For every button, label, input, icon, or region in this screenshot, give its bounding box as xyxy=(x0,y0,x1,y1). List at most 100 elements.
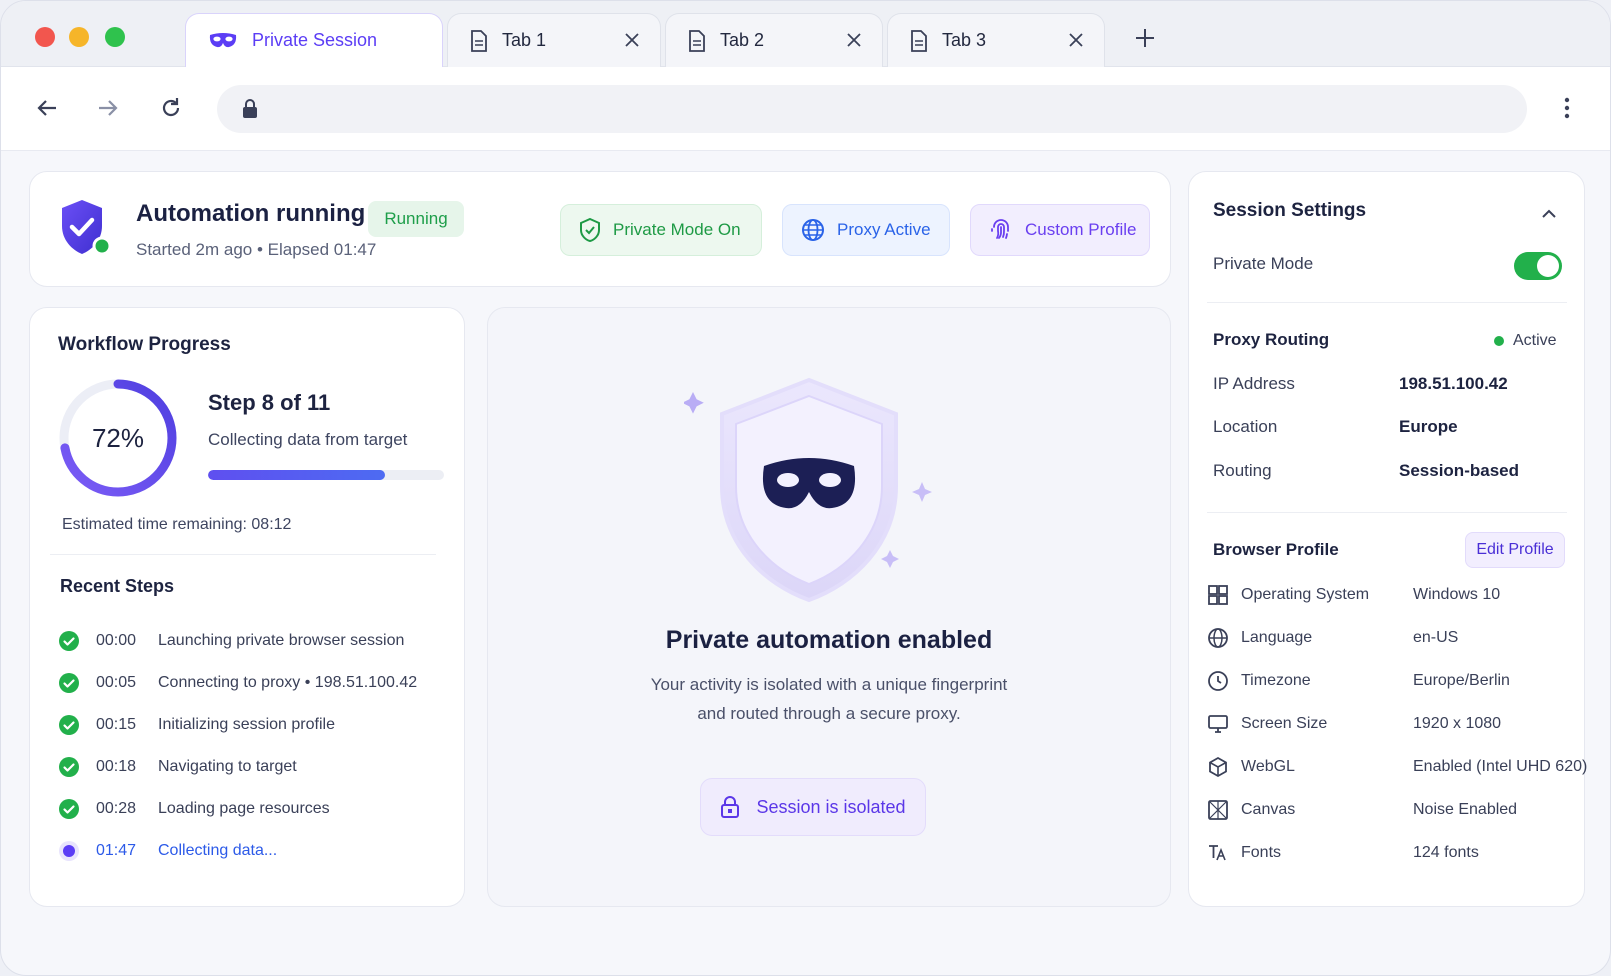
isolated-label: Session is isolated xyxy=(756,796,906,817)
check-circle-icon xyxy=(59,715,79,735)
profile-row: Operating System Windows 10 xyxy=(1207,580,1581,610)
step-row: 00:15 Initializing session profile xyxy=(58,704,448,746)
step-progress-fill xyxy=(208,470,385,480)
step-time: 00:15 xyxy=(96,716,137,733)
cube-icon xyxy=(1209,756,1227,778)
check-circle-icon xyxy=(59,799,79,819)
window-maximize-button[interactable] xyxy=(105,27,125,47)
clock-icon xyxy=(1208,671,1228,691)
close-icon[interactable] xyxy=(844,30,864,50)
profile-row: Language en-US xyxy=(1207,623,1581,653)
status-dot xyxy=(1494,336,1504,346)
new-tab-plus-icon[interactable] xyxy=(1134,27,1156,49)
chip-label: Custom Profile xyxy=(1025,220,1137,239)
status-subtitle: Started 2m ago • Elapsed 01:47 xyxy=(136,240,377,259)
check-circle-icon xyxy=(59,631,79,651)
session-settings-panel: Session Settings Private Mode Proxy Rout… xyxy=(1188,171,1587,907)
profile-row-label: Canvas xyxy=(1241,801,1296,818)
profile-row: WebGL Enabled (Intel UHD 620) xyxy=(1207,752,1587,782)
step-text: Collecting data... xyxy=(158,842,278,859)
profile-row-label: Screen Size xyxy=(1241,715,1328,732)
check-circle-icon xyxy=(59,757,79,777)
globe-icon xyxy=(1208,628,1228,648)
private-mode-chip[interactable]: Private Mode On xyxy=(560,204,762,256)
workflow-progress-card: Workflow Progress 72% Step 8 of 11 Colle… xyxy=(29,307,465,907)
step-time: 01:47 xyxy=(96,842,137,859)
tab-2[interactable]: Tab 2 xyxy=(665,13,883,67)
private-automation-title: Private automation enabled xyxy=(665,626,993,654)
profile-row-value: Noise Enabled xyxy=(1413,801,1518,818)
tab-3[interactable]: Tab 3 xyxy=(887,13,1105,67)
back-arrow-icon[interactable] xyxy=(34,95,60,121)
proxy-active-chip[interactable]: Proxy Active xyxy=(782,204,950,256)
divider xyxy=(1207,302,1567,303)
document-icon xyxy=(689,29,705,52)
close-icon[interactable] xyxy=(622,30,642,50)
browser-window: Private Session Tab 1 Tab 2 Tab 3 Automa… xyxy=(0,0,1611,976)
window-close-button[interactable] xyxy=(35,27,55,47)
tab-private-session[interactable]: Private Session xyxy=(185,13,443,67)
step-row: 00:05 Connecting to proxy • 198.51.100.42 xyxy=(58,662,448,704)
shield-check-icon xyxy=(580,218,600,242)
ip-address-label: IP Address xyxy=(1213,374,1295,393)
step-progress-bar xyxy=(208,470,444,480)
close-icon[interactable] xyxy=(1066,30,1086,50)
step-time: 00:00 xyxy=(96,632,137,649)
windows-icon xyxy=(1208,585,1228,605)
profile-row-label: WebGL xyxy=(1241,758,1295,775)
profile-row: Canvas Noise Enabled xyxy=(1207,795,1581,825)
proxy-status-label: Active xyxy=(1513,332,1557,349)
lock-icon xyxy=(243,99,257,118)
url-input[interactable] xyxy=(275,93,1505,125)
private-automation-description: Your activity is isolated with a unique … xyxy=(488,670,1170,728)
description-line: Your activity is isolated with a unique … xyxy=(650,675,1008,694)
mask-icon xyxy=(209,32,237,47)
step-text: Navigating to target xyxy=(158,758,297,775)
forward-arrow-icon[interactable] xyxy=(95,95,121,121)
location-label: Location xyxy=(1213,417,1278,436)
private-mode-label: Private Mode xyxy=(1213,254,1314,273)
automation-status-card: Automation running Running Started 2m ag… xyxy=(29,171,1171,287)
session-isolated-badge: Session is isolated xyxy=(700,778,926,836)
more-menu-icon[interactable] xyxy=(1554,95,1580,121)
step-text: Initializing session profile xyxy=(158,716,335,733)
lock-icon xyxy=(721,796,740,818)
private-automation-panel: Private automation enabled Your activity… xyxy=(487,307,1171,907)
private-mode-toggle[interactable] xyxy=(1514,252,1562,280)
step-time: 00:18 xyxy=(96,758,137,775)
edit-profile-button[interactable]: Edit Profile xyxy=(1465,532,1565,568)
tab-label: Private Session xyxy=(252,30,378,50)
profile-row-value: Windows 10 xyxy=(1413,586,1501,603)
profile-row-value: Europe/Berlin xyxy=(1413,672,1510,689)
profile-row-value: 1920 x 1080 xyxy=(1413,715,1502,732)
proxy-status: Active xyxy=(1494,332,1557,350)
description-line: and routed through a secure proxy. xyxy=(697,704,961,723)
reload-icon[interactable] xyxy=(158,95,184,121)
font-icon xyxy=(1209,845,1226,861)
step-row: 01:47 Collecting data... xyxy=(58,830,448,872)
shield-check-icon xyxy=(62,200,112,256)
step-time: 00:28 xyxy=(96,800,137,817)
profile-row-label: Fonts xyxy=(1241,844,1282,861)
address-bar[interactable] xyxy=(217,85,1527,133)
profile-row-value: en-US xyxy=(1413,629,1459,646)
step-row: 00:28 Loading page resources xyxy=(58,788,448,830)
window-minimize-button[interactable] xyxy=(69,27,89,47)
recent-steps-list: 00:00 Launching private browser session 00… xyxy=(58,620,448,872)
step-text: Launching private browser session xyxy=(158,632,405,649)
custom-profile-chip[interactable]: Custom Profile xyxy=(970,204,1150,256)
mask-shield-illustration-icon xyxy=(684,377,932,603)
eta-text: Estimated time remaining: 08:12 xyxy=(62,516,292,533)
profile-row: Fonts 124 fonts xyxy=(1207,838,1581,868)
step-text: Connecting to proxy • 198.51.100.42 xyxy=(158,674,418,691)
divider xyxy=(50,554,436,555)
tab-1[interactable]: Tab 1 xyxy=(447,13,661,67)
chevron-up-icon[interactable] xyxy=(1539,204,1559,224)
profile-row: Timezone Europe/Berlin xyxy=(1207,666,1581,696)
step-counter: Step 8 of 11 xyxy=(208,390,331,415)
divider xyxy=(1207,512,1567,513)
toggle-knob xyxy=(1537,255,1559,277)
step-time: 00:05 xyxy=(96,674,137,691)
step-row: 00:00 Launching private browser session xyxy=(58,620,448,662)
profile-row: Screen Size 1920 x 1080 xyxy=(1207,709,1581,739)
